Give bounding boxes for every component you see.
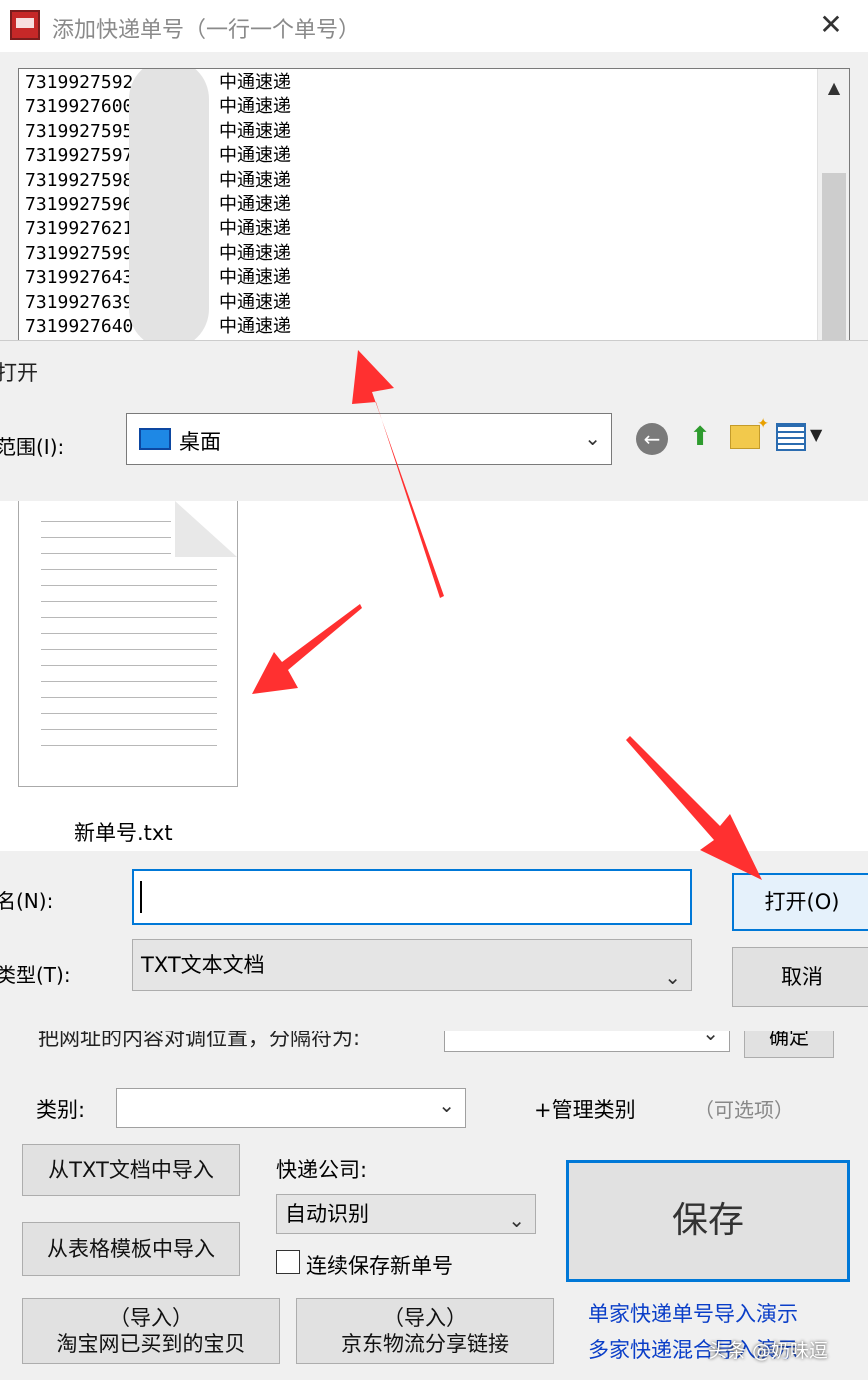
jd-line-2: 京东物流分享链接 [341, 1332, 509, 1356]
look-in-label: 范围(I): [0, 435, 65, 459]
optional-hint: （可选项） [694, 1098, 794, 1122]
look-in-select[interactable]: 桌面 ⌄ [126, 413, 612, 465]
cancel-button[interactable]: 取消 [732, 947, 868, 1007]
import-from-template-button[interactable]: 从表格模板中导入 [22, 1222, 240, 1276]
new-folder-icon[interactable] [730, 416, 769, 449]
file-line [41, 745, 217, 746]
courier-name: 中通速递 [219, 218, 291, 240]
file-type-select[interactable]: TXT文本文档 ⌄ [132, 939, 692, 991]
taobao-line-2: 淘宝网已买到的宝贝 [56, 1332, 246, 1356]
file-line [41, 729, 217, 730]
chevron-down-icon: ⌄ [664, 965, 681, 989]
title-bar: 添加快递单号（一行一个单号） ✕ [0, 0, 868, 52]
taobao-line-1: （导入） [109, 1306, 193, 1330]
page-fold [175, 501, 237, 557]
open-file-dialog: 打开 范围(I): 桌面 ⌄ ← ⬆ ▼ 新单号.txt 名(N): 类型(T)… [0, 340, 868, 1031]
text-caret [140, 881, 142, 913]
scroll-thumb[interactable] [822, 173, 846, 343]
category-label: 类别: [36, 1098, 86, 1122]
open-button[interactable]: 打开(O) [732, 873, 868, 931]
courier-label: 快递公司: [276, 1158, 368, 1182]
close-icon[interactable]: ✕ [814, 8, 848, 42]
import-jd-button[interactable]: （导入） 京东物流分享链接 [296, 1298, 554, 1364]
file-line [41, 601, 217, 602]
dialog-header: 打开 范围(I): 桌面 ⌄ ← ⬆ ▼ [0, 341, 868, 501]
courier-name: 中通速递 [219, 169, 291, 191]
file-line [41, 537, 171, 538]
file-item[interactable]: 新单号.txt [18, 501, 238, 845]
courier-select[interactable]: 自动识别 ⌄ [276, 1194, 536, 1234]
manage-category-link[interactable]: +管理类别 [534, 1094, 636, 1124]
continuous-save-label[interactable]: 连续保存新单号 [306, 1250, 453, 1280]
look-in-value: 桌面 [179, 430, 221, 454]
chevron-down-icon: ⌄ [438, 1093, 455, 1117]
file-line [41, 585, 217, 586]
app-icon [10, 10, 40, 40]
courier-name: 中通速递 [219, 316, 291, 337]
category-select[interactable]: ⌄ [116, 1088, 466, 1128]
save-button[interactable]: 保存 [566, 1160, 850, 1282]
watermark: 头条 @奶味逗 [708, 1340, 829, 1362]
tracking-number-list[interactable]: 7319927592 中通速递 7319927600 中通速递 7319927595 中通… [18, 68, 850, 348]
file-line [41, 553, 171, 554]
file-line [41, 681, 217, 682]
list-scrollbar[interactable]: ▲ [817, 69, 849, 347]
jd-line-1: （导入） [383, 1306, 467, 1330]
import-from-txt-button[interactable]: 从TXT文档中导入 [22, 1144, 240, 1196]
file-line [41, 569, 217, 570]
courier-name: 中通速递 [219, 72, 291, 93]
courier-name: 中通速递 [219, 96, 291, 118]
file-line [41, 713, 217, 714]
chevron-down-icon: ⌄ [584, 426, 601, 450]
file-line [41, 633, 217, 634]
file-name-label: 名(N): [0, 889, 54, 913]
view-menu-arrow-icon[interactable]: ▼ [810, 425, 822, 444]
single-courier-demo-link[interactable]: 单家快递单号导入演示 [588, 1298, 798, 1328]
window-scrollbar[interactable] [850, 52, 868, 352]
file-line [41, 521, 171, 522]
courier-name: 中通速递 [219, 267, 291, 289]
file-line [41, 697, 217, 698]
file-type-label: 类型(T): [0, 963, 71, 987]
back-icon[interactable]: ← [636, 423, 668, 455]
privacy-blur [129, 69, 209, 347]
file-type-value: TXT文本文档 [141, 953, 265, 977]
continuous-save-checkbox[interactable] [276, 1250, 300, 1274]
file-line [41, 617, 217, 618]
courier-name: 中通速递 [219, 145, 291, 167]
scroll-up-icon[interactable]: ▲ [818, 73, 849, 103]
up-folder-icon[interactable]: ⬆ [684, 421, 716, 453]
courier-name: 中通速递 [219, 242, 291, 264]
dialog-footer: 名(N): 类型(T): TXT文本文档 ⌄ 打开(O) 取消 [0, 851, 868, 1031]
courier-name: 中通速递 [219, 291, 291, 313]
courier-name: 中通速递 [219, 120, 291, 142]
window-title: 添加快递单号（一行一个单号） [52, 18, 361, 43]
file-line [41, 649, 217, 650]
import-taobao-button[interactable]: （导入） 淘宝网已买到的宝贝 [22, 1298, 280, 1364]
desktop-icon [139, 428, 171, 450]
courier-value: 自动识别 [285, 1202, 369, 1226]
text-file-icon [18, 501, 238, 787]
file-name: 新单号.txt [74, 821, 173, 845]
file-name-input[interactable] [132, 869, 692, 925]
courier-name: 中通速递 [219, 194, 291, 215]
dialog-title: 打开 [0, 361, 38, 385]
chevron-down-icon: ⌄ [508, 1208, 525, 1232]
file-line [41, 665, 217, 666]
view-menu-icon[interactable] [776, 423, 806, 451]
